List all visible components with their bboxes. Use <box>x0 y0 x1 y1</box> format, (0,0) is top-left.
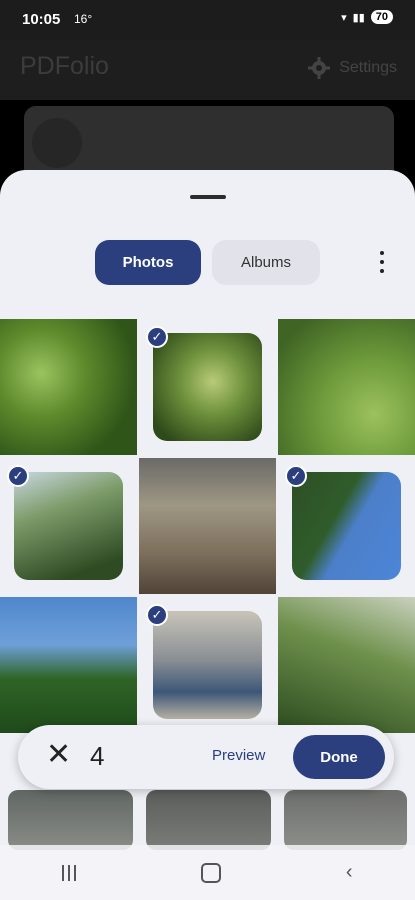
photo-tile[interactable] <box>284 790 407 850</box>
close-icon[interactable]: ✕ <box>46 740 71 770</box>
photo-tile[interactable] <box>0 319 137 455</box>
photo-picker-sheet: Photos Albums ✓ ✓ ✓ ✓ <box>0 170 415 900</box>
photo-tile[interactable] <box>278 319 415 455</box>
photo-thumbnail <box>0 597 137 733</box>
flash-icon <box>32 118 82 168</box>
photo-thumbnail <box>139 458 276 594</box>
back-icon[interactable]: ‹ <box>346 861 353 884</box>
photo-tile[interactable] <box>139 458 276 594</box>
preview-button[interactable]: Preview <box>212 747 265 764</box>
gear-icon <box>308 57 331 79</box>
done-label: Done <box>320 748 358 766</box>
app-title: PDFolio <box>20 52 109 80</box>
photo-thumbnail <box>153 611 262 719</box>
photo-tile[interactable]: ✓ <box>139 319 276 455</box>
home-icon[interactable] <box>201 862 222 883</box>
photo-thumbnail <box>153 333 262 441</box>
status-temperature: 16° <box>74 12 93 26</box>
photo-tile[interactable]: ✓ <box>0 458 137 594</box>
selected-count: 4 <box>90 741 105 771</box>
photo-tile[interactable]: ✓ <box>139 597 276 733</box>
selection-bar: ✕ 4 Preview Done <box>18 725 394 789</box>
check-icon: ✓ <box>285 465 307 487</box>
photo-tile[interactable] <box>146 790 271 850</box>
settings-label: Settings <box>339 59 397 76</box>
status-right-icons: ▾ ▮▮ 70 <box>341 10 393 24</box>
drag-handle[interactable] <box>190 195 226 199</box>
photo-thumbnail <box>292 472 401 580</box>
settings-button[interactable]: Settings <box>307 56 397 80</box>
recents-icon[interactable] <box>62 864 77 881</box>
photo-tile[interactable] <box>0 597 137 733</box>
more-vert-icon[interactable] <box>372 251 392 273</box>
signal-icon: ▮▮ <box>352 11 365 24</box>
tab-albums-label: Albums <box>240 254 292 271</box>
photo-thumbnail <box>278 319 415 455</box>
photo-thumbnail <box>278 597 415 733</box>
app-bar: PDFolio Settings <box>0 40 415 100</box>
photo-thumbnail <box>0 319 137 455</box>
photo-thumbnail <box>14 472 123 580</box>
battery-badge: 70 <box>370 10 393 24</box>
photo-tile[interactable]: ✓ <box>278 458 415 594</box>
status-bar: 10:05 16° ▾ ▮▮ 70 <box>0 0 415 40</box>
done-button[interactable]: Done <box>293 735 385 779</box>
tab-photos[interactable]: Photos <box>95 240 201 285</box>
tab-photos-label: Photos <box>122 254 174 271</box>
tab-albums[interactable]: Albums <box>212 240 320 285</box>
status-time: 10:05 <box>22 11 61 28</box>
check-icon: ✓ <box>146 326 168 348</box>
wifi-icon: ▾ <box>341 11 347 24</box>
check-icon: ✓ <box>146 604 168 626</box>
system-nav-bar: ‹ <box>0 845 415 900</box>
photo-tile[interactable] <box>278 597 415 733</box>
check-icon: ✓ <box>7 465 29 487</box>
photo-tile[interactable] <box>8 790 133 850</box>
